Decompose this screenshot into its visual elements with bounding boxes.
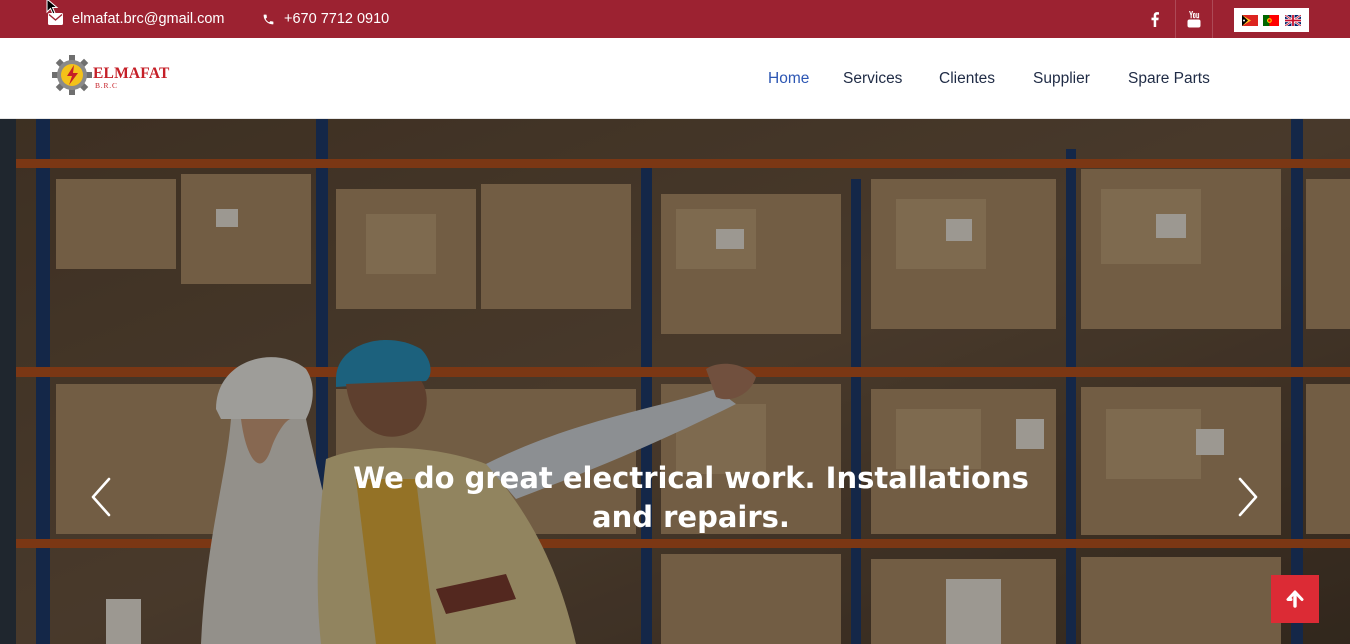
flag-portugal-icon[interactable] (1263, 14, 1280, 26)
nav-item-clientes[interactable]: Clientes (939, 70, 995, 88)
nav-item-home[interactable]: Home (768, 70, 809, 88)
youtube-icon (1187, 10, 1201, 27)
chevron-right-icon (1238, 477, 1258, 517)
nav-services-wrap: Services (843, 38, 902, 119)
top-bar: elmafat.brc@gmail.com +670 7712 0910 (0, 0, 1350, 38)
hero-caption-line-1: We do great electrical work. Installatio… (353, 461, 1029, 495)
hero-caption: We do great electrical work. Installatio… (340, 459, 1042, 537)
hero-overlay (0, 119, 1350, 644)
slider-prev-button[interactable] (87, 475, 117, 519)
slider-next-button[interactable] (1232, 475, 1262, 519)
nav-home-wrap: Home (768, 38, 809, 119)
chevron-left-icon (91, 477, 111, 517)
contact-phone-text: +670 7712 0910 (284, 11, 390, 27)
hero-caption-line-2: and repairs. (592, 500, 790, 534)
youtube-link[interactable] (1175, 0, 1213, 38)
nav-item-services[interactable]: Services (843, 70, 902, 88)
contact-phone[interactable]: +670 7712 0910 (262, 0, 389, 38)
nav-spare-parts-wrap: Spare Parts (1128, 38, 1210, 119)
phone-icon (263, 14, 274, 24)
nav-item-spare-parts[interactable]: Spare Parts (1128, 70, 1210, 88)
hero-slider: We do great electrical work. Installatio… (0, 119, 1350, 644)
nav-clientes-wrap: Clientes (939, 38, 995, 119)
back-to-top-button[interactable] (1271, 575, 1319, 623)
brand-subtitle: B.R.C (95, 81, 118, 90)
facebook-icon (1151, 11, 1159, 27)
nav-supplier-wrap: Supplier (1033, 38, 1090, 119)
contact-email[interactable]: elmafat.brc@gmail.com (48, 0, 225, 38)
flag-uk-icon[interactable] (1285, 14, 1302, 26)
contact-email-text: elmafat.brc@gmail.com (72, 11, 225, 27)
arrow-up-icon (1286, 590, 1304, 608)
nav-item-supplier[interactable]: Supplier (1033, 70, 1090, 88)
flag-timor-leste-icon[interactable] (1241, 14, 1258, 26)
mouse-cursor-icon (46, 0, 59, 15)
site-header: ELMAFAT B.R.C Home Services Clientes Sup… (0, 38, 1350, 119)
language-selector (1234, 8, 1309, 32)
facebook-link[interactable] (1136, 0, 1174, 38)
